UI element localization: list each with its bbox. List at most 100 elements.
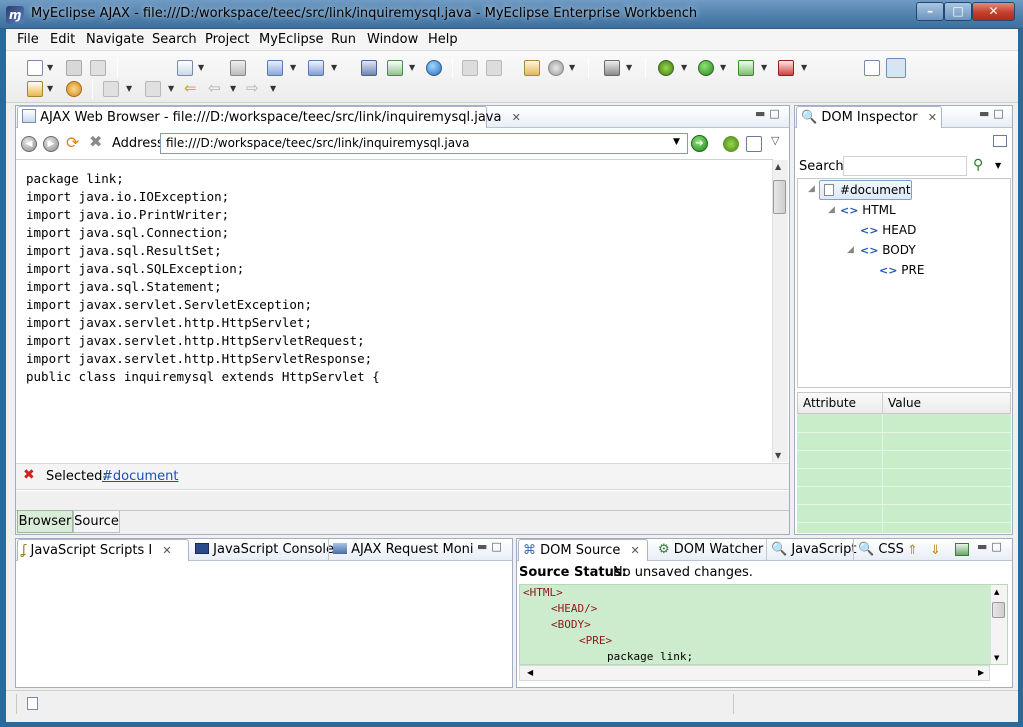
wizard-dropdown-icon[interactable]: ▼ — [331, 63, 337, 72]
prev-annotation-icon[interactable] — [145, 81, 161, 97]
debug-page-icon[interactable] — [723, 136, 739, 152]
go-icon[interactable]: ➔ — [691, 135, 708, 152]
scroll-down-icon[interactable]: ▼ — [775, 451, 781, 460]
new-project-dropdown-icon[interactable]: ▼ — [198, 63, 204, 72]
address-input[interactable]: file:///D:/workspace/teec/src/link/inqui… — [160, 133, 688, 154]
external-tools-dropdown-icon[interactable]: ▼ — [761, 63, 767, 72]
selected-link[interactable]: #document — [102, 469, 178, 484]
dom-source-editor[interactable] — [519, 584, 1008, 665]
scripts-min-max-icons[interactable]: ▬□ — [477, 540, 506, 553]
debug-icon[interactable] — [658, 60, 674, 76]
scroll-thumb[interactable] — [773, 180, 786, 214]
deploy-icon[interactable] — [267, 60, 283, 76]
tree-item-body[interactable]: <> BODY — [860, 243, 916, 257]
expand-icon[interactable]: ◢ — [808, 184, 815, 194]
tab-dom-source[interactable]: ⌘ DOM Source ✕ — [518, 539, 648, 561]
back-dropdown-icon[interactable]: ▼ — [230, 84, 236, 93]
expand-icon[interactable]: ◢ — [828, 205, 835, 215]
camera-dropdown-icon[interactable]: ▼ — [626, 63, 632, 72]
inspector-search-input[interactable] — [843, 156, 967, 176]
properties-icon[interactable] — [524, 60, 540, 76]
source-hscrollbar[interactable] — [519, 665, 990, 681]
tree-item-html[interactable]: <> HTML — [840, 203, 896, 217]
stop-server-dropdown-icon[interactable]: ▼ — [801, 63, 807, 72]
minimize-button[interactable]: – — [916, 2, 944, 21]
close-tab-icon[interactable]: ✕ — [162, 544, 171, 557]
last-edit-icon[interactable]: ⇐ — [184, 79, 197, 97]
settings-icon[interactable] — [548, 60, 564, 76]
source-vscrollbar[interactable] — [990, 585, 1007, 664]
next-annotation-icon[interactable] — [103, 81, 119, 97]
attribute-header[interactable]: Attribute — [803, 396, 856, 410]
stop-icon[interactable]: ✖ — [89, 132, 102, 151]
fast-view-icon[interactable] — [27, 697, 38, 710]
save-icon[interactable] — [66, 60, 82, 76]
close-tab-icon[interactable]: ✕ — [631, 544, 640, 557]
collapse-all-icon[interactable] — [993, 135, 1007, 147]
address-dropdown-icon[interactable]: ▼ — [673, 137, 680, 147]
web-icon[interactable] — [387, 60, 403, 76]
menu-project[interactable]: Project — [205, 32, 249, 47]
web-dropdown-icon[interactable]: ▼ — [409, 63, 415, 72]
tab-browser[interactable]: Browser — [17, 510, 73, 533]
back-icon[interactable]: ⇦ — [208, 79, 221, 97]
move-down-icon[interactable]: ⇓ — [930, 543, 941, 558]
mark-icon[interactable] — [27, 81, 43, 97]
debug-dropdown-icon[interactable]: ▼ — [681, 63, 687, 72]
deploy-dropdown-icon[interactable]: ▼ — [290, 63, 296, 72]
database-icon[interactable] — [361, 60, 377, 76]
tab-javascript-console[interactable]: JavaScript Console — [191, 539, 338, 561]
tab-dom-watcher[interactable]: ⚙ DOM Watcher — [654, 539, 767, 561]
new-icon[interactable] — [27, 60, 43, 76]
ajax-perspective-icon[interactable] — [886, 58, 906, 78]
new-project-icon[interactable] — [177, 60, 193, 76]
scroll-up-icon[interactable]: ▲ — [994, 588, 999, 596]
move-up-icon[interactable]: ⇑ — [907, 543, 918, 558]
pick-dropdown-icon[interactable]: ▼ — [995, 161, 1001, 170]
pick-element-icon[interactable]: ⚲ — [973, 157, 983, 173]
mark-dropdown-icon[interactable]: ▼ — [47, 84, 53, 93]
menu-file[interactable]: File — [17, 32, 39, 47]
close-button[interactable]: ✕ — [972, 2, 1015, 21]
dom-source-min-max-icons[interactable]: ▬□ — [977, 540, 1006, 553]
inspector-min-max-icons[interactable]: ▬□ — [979, 107, 1008, 120]
menu-search[interactable]: Search — [152, 32, 197, 47]
scroll-thumb[interactable] — [992, 602, 1005, 618]
close-tab-icon[interactable]: ✕ — [512, 111, 521, 124]
tab-javascript-scripts[interactable]: ʆ JavaScript Scripts I ✕ — [17, 539, 189, 561]
forward-nav-icon[interactable]: ▶ — [43, 136, 59, 152]
external-tools-icon[interactable] — [738, 60, 754, 76]
view-menu-icon[interactable]: ▽ — [771, 134, 779, 147]
camera-icon[interactable] — [604, 60, 620, 76]
tab-dom-inspector[interactable]: 🔍 DOM Inspector ✕ — [796, 106, 942, 128]
scroll-right-icon[interactable]: ▶ — [978, 668, 984, 677]
tree-item-document[interactable]: #document — [819, 180, 912, 200]
apply-icon[interactable] — [955, 543, 969, 556]
pin-icon[interactable] — [462, 60, 478, 76]
prev-annotation-dropdown-icon[interactable]: ▼ — [168, 84, 174, 93]
run-icon[interactable] — [698, 60, 714, 76]
tree-item-head[interactable]: <> HEAD — [860, 223, 916, 237]
tab-source[interactable]: Source — [73, 510, 120, 533]
scroll-left-icon[interactable]: ◀ — [527, 668, 533, 677]
run-dropdown-icon[interactable]: ▼ — [720, 63, 726, 72]
menu-run[interactable]: Run — [331, 32, 356, 47]
tab-ajax-request-monitor[interactable]: AJAX Request Moni — [328, 539, 478, 561]
tab-javascript[interactable]: 🔍 JavaScript — [766, 539, 861, 561]
next-annotation-dropdown-icon[interactable]: ▼ — [126, 84, 132, 93]
print-icon[interactable] — [90, 60, 106, 76]
stop-server-icon[interactable] — [778, 60, 794, 76]
refresh-icon[interactable]: ⟳ — [66, 133, 79, 152]
expand-icon[interactable]: ◢ — [847, 245, 854, 255]
scroll-down-icon[interactable]: ▼ — [994, 654, 999, 662]
maximize-button[interactable]: □ — [944, 2, 972, 21]
menu-window[interactable]: Window — [367, 32, 418, 47]
browser-min-max-icons[interactable]: ▬□ — [755, 107, 784, 120]
settings-dropdown-icon[interactable]: ▼ — [569, 63, 575, 72]
server-icon[interactable] — [230, 60, 246, 76]
forward-icon[interactable]: ⇨ — [246, 79, 259, 97]
menu-help[interactable]: Help — [428, 32, 458, 47]
view-source-icon[interactable] — [746, 136, 762, 152]
menu-myeclipse[interactable]: MyEclipse — [259, 32, 324, 47]
open-folder-icon[interactable] — [66, 81, 82, 97]
